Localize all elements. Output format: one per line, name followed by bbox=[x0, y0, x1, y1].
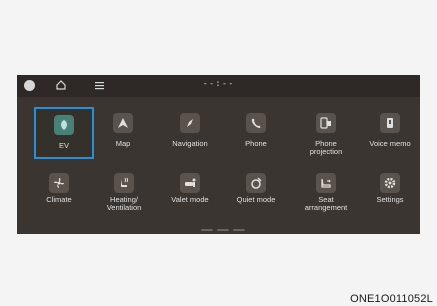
app-climate[interactable]: Climate bbox=[29, 167, 89, 219]
status-bar: --:-- bbox=[17, 75, 420, 97]
infotainment-screen: --:-- EV Map Navigation Phone Phone proj… bbox=[17, 75, 420, 234]
seat-heat-icon bbox=[114, 173, 134, 193]
leaf-icon bbox=[54, 115, 74, 135]
compass-icon bbox=[180, 113, 200, 133]
app-map[interactable]: Map bbox=[93, 107, 153, 159]
app-label: Phone projection bbox=[309, 139, 343, 156]
app-navigation[interactable]: Navigation bbox=[160, 107, 220, 159]
app-label: Voice memo bbox=[369, 139, 411, 148]
app-label: Navigation bbox=[172, 139, 208, 148]
app-label: Valet mode bbox=[171, 195, 209, 204]
app-heating-ventilation[interactable]: Heating/ Ventilation bbox=[94, 167, 154, 219]
app-label: Seat arrangement bbox=[304, 195, 348, 212]
app-label: Settings bbox=[376, 195, 404, 204]
fan-icon bbox=[49, 173, 69, 193]
page-indicator bbox=[217, 229, 229, 231]
app-phone-projection[interactable]: Phone projection bbox=[296, 107, 356, 159]
voice-memo-icon bbox=[380, 113, 400, 133]
quiet-icon bbox=[246, 173, 266, 193]
app-seat-arrangement[interactable]: Seat arrangement bbox=[296, 167, 356, 219]
app-label: Phone bbox=[245, 139, 267, 148]
page-indicator bbox=[201, 229, 213, 231]
app-label: Map bbox=[115, 139, 131, 148]
page-indicator bbox=[233, 229, 245, 231]
app-quiet-mode[interactable]: Quiet mode bbox=[226, 167, 286, 219]
app-settings[interactable]: Settings bbox=[360, 167, 420, 219]
app-ev[interactable]: EV bbox=[34, 107, 94, 159]
phone-icon bbox=[246, 113, 266, 133]
app-voice-memo[interactable]: Voice memo bbox=[360, 107, 420, 159]
figure-code: ONE1O011052L bbox=[350, 293, 433, 305]
app-label: Quiet mode bbox=[236, 195, 276, 204]
phone-projection-icon bbox=[316, 113, 336, 133]
app-phone[interactable]: Phone bbox=[226, 107, 286, 159]
app-label: Heating/ Ventilation bbox=[106, 195, 142, 212]
clock: --:-- bbox=[202, 79, 235, 89]
map-arrow-icon bbox=[113, 113, 133, 133]
app-label: EV bbox=[58, 141, 69, 150]
app-label: Climate bbox=[46, 195, 72, 204]
valet-icon bbox=[180, 173, 200, 193]
seat-icon bbox=[316, 173, 336, 193]
gear-icon bbox=[380, 173, 400, 193]
app-valet-mode[interactable]: Valet mode bbox=[160, 167, 220, 219]
